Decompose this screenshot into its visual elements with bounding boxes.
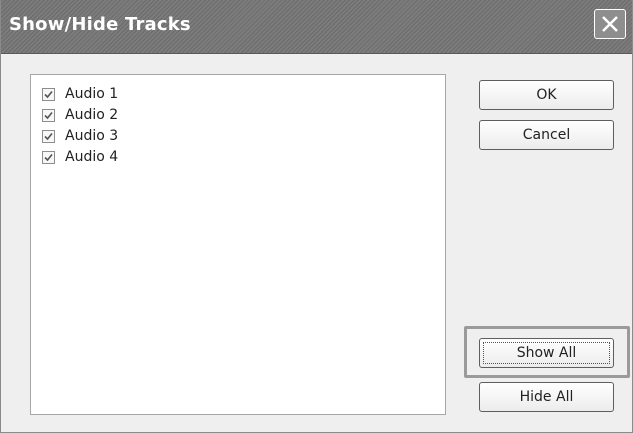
title-bar[interactable]: Show/Hide Tracks <box>1 0 632 54</box>
track-checkbox[interactable] <box>42 150 55 164</box>
focus-ring <box>483 342 610 364</box>
ok-button[interactable]: OK <box>479 80 614 110</box>
cancel-button[interactable]: Cancel <box>479 120 614 150</box>
list-item[interactable]: Audio 1 <box>42 84 118 104</box>
track-label: Audio 3 <box>65 128 119 144</box>
close-button[interactable] <box>594 9 626 39</box>
show-hide-tracks-dialog: Show/Hide Tracks Audio 1 Audio 2 Audio 3… <box>0 0 633 433</box>
track-list[interactable]: Audio 1 Audio 2 Audio 3 Audio 4 <box>30 74 446 415</box>
list-item[interactable]: Audio 2 <box>42 105 118 125</box>
hide-all-button[interactable]: Hide All <box>479 382 614 412</box>
track-checkbox[interactable] <box>42 129 55 143</box>
list-item[interactable]: Audio 3 <box>42 126 118 146</box>
dialog-title: Show/Hide Tracks <box>9 14 191 35</box>
track-checkbox[interactable] <box>42 108 55 122</box>
track-checkbox[interactable] <box>42 87 55 101</box>
show-all-button[interactable]: Show All <box>479 338 614 368</box>
list-item[interactable]: Audio 4 <box>42 147 118 167</box>
track-label: Audio 2 <box>65 107 119 123</box>
track-label: Audio 1 <box>65 86 119 102</box>
track-label: Audio 4 <box>65 149 119 165</box>
